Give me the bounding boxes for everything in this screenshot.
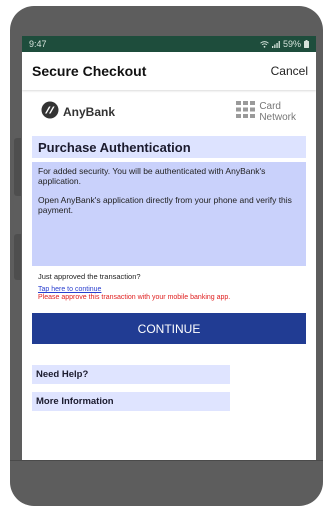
bank-name: AnyBank (63, 105, 116, 119)
battery-icon (304, 40, 309, 48)
continue-button[interactable]: CONTINUE (32, 313, 306, 344)
bottom-bezel (10, 460, 323, 506)
page-title: Secure Checkout (32, 63, 147, 79)
auth-paragraph-1: For added security. You will be authenti… (38, 166, 266, 186)
approved-question: Just approved the transaction? (38, 272, 141, 281)
status-bar: 9:47 59% (22, 36, 316, 52)
approval-warning: Please approve this transaction with you… (38, 294, 231, 301)
checkout-content: AnyBank Card Network Purchase Authentica… (32, 90, 306, 460)
status-time: 9:47 (29, 39, 47, 49)
grid-icon (236, 101, 256, 123)
logo-row: AnyBank Card Network (32, 92, 306, 132)
wifi-icon (260, 40, 269, 48)
auth-title: Purchase Authentication (32, 136, 306, 158)
cancel-button[interactable]: Cancel (271, 64, 308, 78)
battery-percent: 59% (282, 39, 301, 49)
status-indicators: 59% (260, 39, 309, 49)
anybank-icon (41, 101, 59, 124)
tap-to-continue-link[interactable]: Tap here to continue (32, 286, 306, 293)
more-information-item[interactable]: More Information (32, 392, 230, 411)
need-help-item[interactable]: Need Help? (32, 365, 230, 384)
app-header: Secure Checkout Cancel (22, 52, 316, 90)
auth-message-panel: For added security. You will be authenti… (32, 162, 306, 266)
network-name-line1: Card (259, 101, 281, 112)
signal-icon (271, 40, 280, 48)
network-name: Card Network (259, 101, 296, 123)
bank-logo: AnyBank (41, 101, 115, 124)
network-name-line2: Network (259, 112, 296, 123)
volume-button (14, 138, 21, 196)
auth-paragraph-2: Open AnyBank's application directly from… (38, 195, 292, 215)
power-button (14, 234, 21, 280)
phone-screen: 9:47 59% Secure Checkout Cancel AnyBank … (22, 36, 316, 460)
card-network-logo: Card Network (236, 101, 296, 123)
